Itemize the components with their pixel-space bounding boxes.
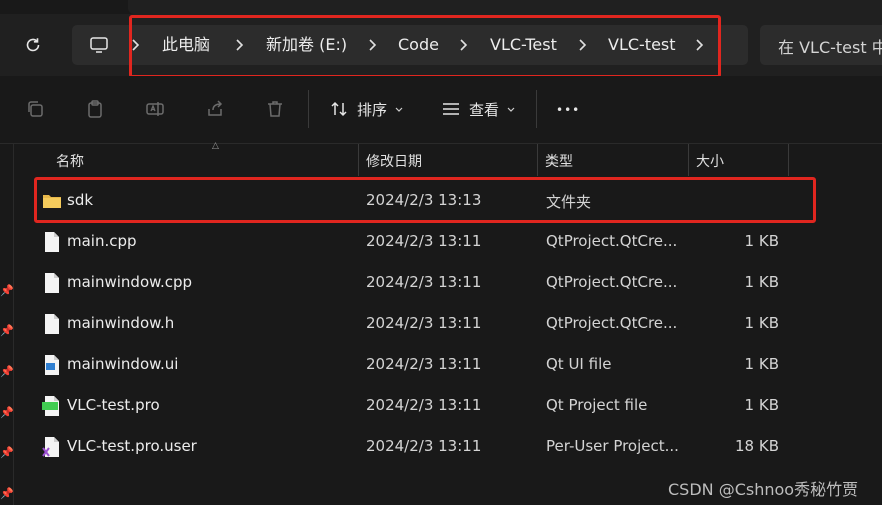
address-highlight-box [129,15,721,78]
file-name: mainwindow.h [67,314,175,332]
file-row[interactable]: VLC-test.pro.user 2024/2/3 13:11 Per-Use… [14,427,882,468]
column-name-header[interactable]: 名称 [56,151,84,171]
navigation-pane-edge: 📌 📌 📌 📌 📌 📌 [0,144,14,505]
pin-icon: 📌 [0,365,14,378]
file-size: 1 KB [744,232,779,250]
pro-file-icon [42,396,59,416]
file-modified: 2024/2/3 13:11 [366,314,482,332]
file-size: 1 KB [744,273,779,291]
view-button[interactable] [438,96,464,122]
pin-icon: 📌 [0,284,14,297]
title-strip [0,0,882,14]
file-modified: 2024/2/3 13:11 [366,355,482,373]
tab-edge [128,0,882,14]
column-header: △ 名称 修改日期 类型 大小 [14,141,882,176]
share-icon [208,100,223,116]
search-placeholder: 在 VLC-test 中 [778,38,882,57]
file-size: 1 KB [744,355,779,373]
search-box[interactable]: 在 VLC-test 中 [760,25,882,65]
file-name: VLC-test.pro.user [67,437,197,455]
file-type: QtProject.QtCre... [546,273,678,291]
file-name: VLC-test.pro [67,396,160,414]
copy-button[interactable] [22,96,48,122]
pin-icon: 📌 [0,324,14,337]
watermark: CSDN @Cshnoo秀秘竹贾 [668,480,859,499]
file-name: mainwindow.ui [67,355,179,373]
file-size: 1 KB [744,396,779,414]
view-list-icon [443,103,459,115]
toolbar-divider [536,90,537,128]
column-divider[interactable] [688,144,689,176]
file-icon [45,273,59,293]
more-options-button[interactable]: ••• [556,98,580,122]
file-modified: 2024/2/3 13:11 [366,396,482,414]
paste-button[interactable] [82,96,108,122]
file-modified: 2024/2/3 13:11 [366,232,482,250]
chevron-down-icon [395,107,403,112]
column-size-header[interactable]: 大小 [696,151,724,171]
copy-icon [28,101,43,117]
file-type: QtProject.QtCre... [546,314,678,332]
file-type: Per-User Project... [546,437,679,455]
pin-icon: 📌 [0,406,14,419]
file-row[interactable]: mainwindow.h 2024/2/3 13:11 QtProject.Qt… [14,304,882,345]
sdk-row-highlight-box [34,177,816,223]
command-bar: 排序 查看 ••• [0,76,882,144]
sort-button[interactable] [326,96,352,122]
paste-icon [88,100,102,118]
file-row[interactable]: mainwindow.cpp 2024/2/3 13:11 QtProject.… [14,263,882,304]
refresh-button[interactable] [20,32,46,58]
share-button[interactable] [202,96,228,122]
file-name: mainwindow.cpp [67,273,193,291]
column-type-header[interactable]: 类型 [545,151,573,171]
chevron-down-icon [507,107,515,112]
trash-icon [268,101,282,117]
ui-file-icon [45,355,59,375]
sort-icon [331,101,347,117]
user-file-icon [42,437,59,457]
column-divider[interactable] [537,144,538,176]
sort-label[interactable]: 排序 [357,98,387,122]
rename-icon [146,102,164,116]
file-row[interactable]: mainwindow.ui 2024/2/3 13:11 Qt UI file … [14,345,882,386]
column-modified-header[interactable]: 修改日期 [366,151,422,171]
file-icon [45,314,59,334]
refresh-icon [26,38,40,52]
pin-icon: 📌 [0,487,14,500]
file-type: Qt UI file [546,355,612,373]
file-row[interactable]: VLC-test.pro 2024/2/3 13:11 Qt Project f… [14,386,882,427]
file-size: 1 KB [744,314,779,332]
delete-button[interactable] [262,96,288,122]
column-divider[interactable] [358,144,359,176]
toolbar-divider [308,90,309,128]
computer-icon [90,37,108,53]
file-modified: 2024/2/3 13:11 [366,273,482,291]
file-name: main.cpp [67,232,137,250]
view-label[interactable]: 查看 [469,98,499,122]
file-row[interactable]: main.cpp 2024/2/3 13:11 QtProject.QtCre.… [14,222,882,263]
file-modified: 2024/2/3 13:11 [366,437,482,455]
file-type: Qt Project file [546,396,648,414]
file-size: 18 KB [735,437,779,455]
rename-button[interactable] [142,96,168,122]
sort-ascending-icon: △ [212,141,219,151]
pin-icon: 📌 [0,446,14,459]
column-divider[interactable] [788,144,789,176]
file-icon [45,232,59,252]
file-type: QtProject.QtCre... [546,232,678,250]
